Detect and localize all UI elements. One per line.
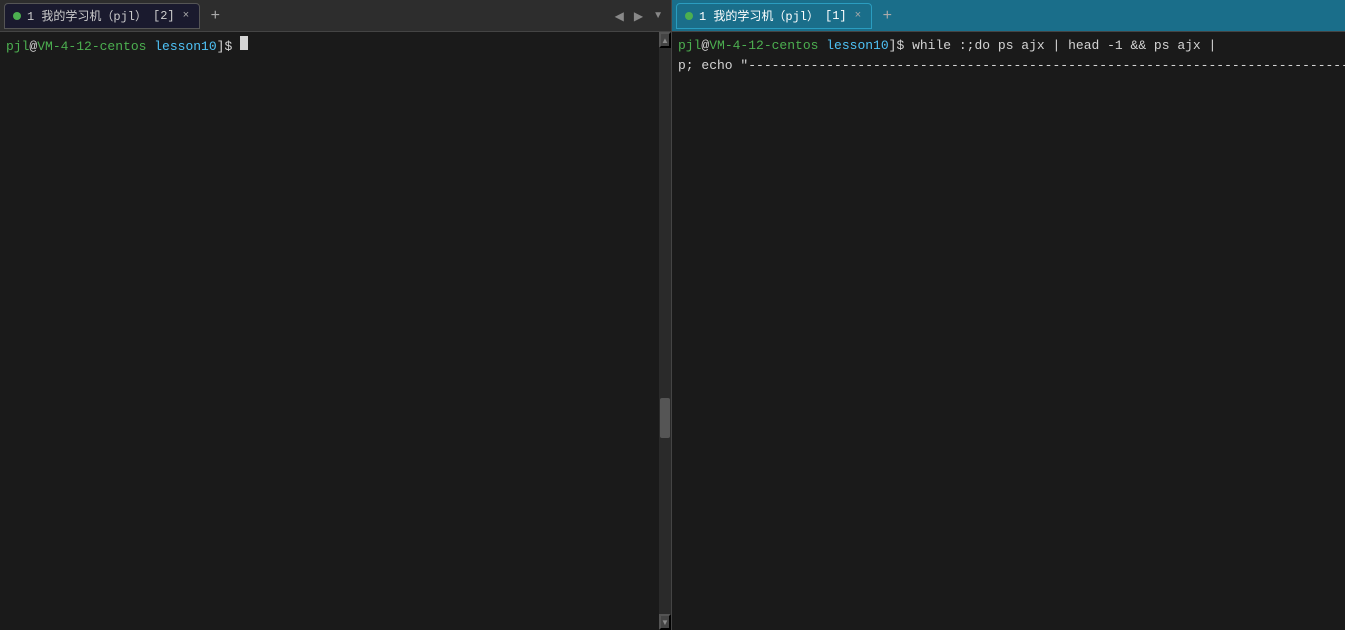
right-tab-label: 1 我的学习机（pjl） bbox=[699, 7, 819, 24]
left-pane: 1 我的学习机（pjl） [2] × + ◀ ▶ ▼ pjl @ VM-4-12… bbox=[0, 0, 672, 630]
right-terminal-body[interactable]: pjl @ VM-4-12-centos lesson10 ]$ while :… bbox=[672, 32, 1345, 630]
right-command-text: while :;do ps ajx | head -1 && ps ajx | bbox=[912, 36, 1224, 56]
left-scroll-thumb[interactable] bbox=[660, 398, 670, 438]
right-command-continuation: p; echo "-------------------------------… bbox=[678, 56, 1345, 76]
right-prompt-dollar: ]$ bbox=[889, 36, 912, 56]
left-tab-dropdown[interactable]: ▼ bbox=[649, 8, 667, 23]
right-tab-close[interactable]: × bbox=[853, 10, 864, 22]
left-prompt-host: VM-4-12-centos bbox=[37, 37, 146, 57]
left-prompt-space bbox=[146, 37, 154, 57]
right-pane: 1 我的学习机（pjl） [1] × + pjl @ VM-4-12-cento… bbox=[672, 0, 1345, 630]
left-tab-nav-right[interactable]: ▶ bbox=[630, 7, 647, 25]
left-tab[interactable]: 1 我的学习机（pjl） [2] × bbox=[4, 3, 200, 29]
right-prompt-at: @ bbox=[701, 36, 709, 56]
right-prompt-host: VM-4-12-centos bbox=[709, 36, 818, 56]
left-terminal-prompt-line: pjl @ VM-4-12-centos lesson10 ]$ bbox=[6, 36, 665, 57]
left-tab-index: [2] bbox=[153, 9, 175, 23]
right-prompt-space bbox=[818, 36, 826, 56]
right-tab-add-button[interactable]: + bbox=[876, 5, 898, 27]
right-tab-dot bbox=[685, 12, 693, 20]
left-prompt-dollar: ]$ bbox=[217, 37, 240, 57]
right-tab-index: [1] bbox=[825, 9, 847, 23]
left-terminal-body[interactable]: pjl @ VM-4-12-centos lesson10 ]$ ▲ ▼ bbox=[0, 32, 671, 630]
right-prompt-user: pjl bbox=[678, 36, 701, 56]
left-tab-add-button[interactable]: + bbox=[204, 5, 226, 27]
right-terminal-line1: pjl @ VM-4-12-centos lesson10 ]$ while :… bbox=[678, 36, 1345, 56]
right-prompt-path: lesson10 bbox=[826, 36, 888, 56]
left-scroll-down[interactable]: ▼ bbox=[659, 614, 671, 630]
left-prompt-at: @ bbox=[29, 37, 37, 57]
right-tab[interactable]: 1 我的学习机（pjl） [1] × bbox=[676, 3, 872, 29]
left-cursor bbox=[240, 36, 248, 50]
left-tab-bar: 1 我的学习机（pjl） [2] × + ◀ ▶ ▼ bbox=[0, 0, 671, 32]
left-tab-label: 1 我的学习机（pjl） bbox=[27, 7, 147, 24]
left-scroll-track bbox=[660, 48, 670, 614]
left-tab-dot bbox=[13, 12, 21, 20]
left-scrollbar: ▲ ▼ bbox=[659, 32, 671, 630]
left-prompt-user: pjl bbox=[6, 37, 29, 57]
left-tab-nav: ◀ ▶ ▼ bbox=[611, 7, 667, 25]
left-tab-close[interactable]: × bbox=[181, 10, 192, 22]
terminal-container: 1 我的学习机（pjl） [2] × + ◀ ▶ ▼ pjl @ VM-4-12… bbox=[0, 0, 1345, 630]
left-prompt-path: lesson10 bbox=[154, 37, 216, 57]
right-terminal-line2: p; echo "-------------------------------… bbox=[678, 56, 1345, 76]
right-tab-bar: 1 我的学习机（pjl） [1] × + bbox=[672, 0, 1345, 32]
left-scroll-up[interactable]: ▲ bbox=[659, 32, 671, 48]
left-tab-nav-left[interactable]: ◀ bbox=[611, 7, 628, 25]
